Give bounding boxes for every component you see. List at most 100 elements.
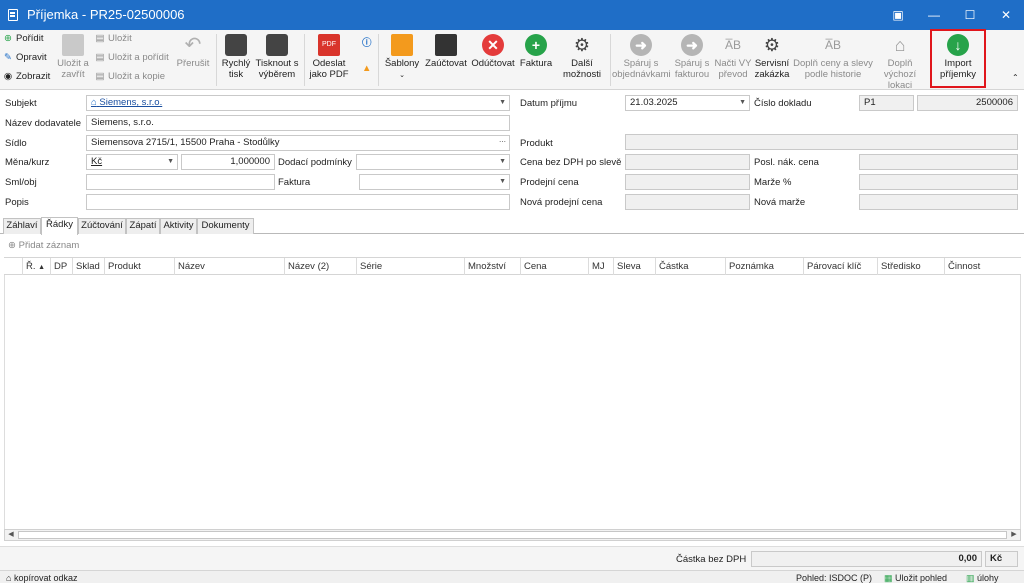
restore-icon[interactable]: ▣ [880, 0, 916, 30]
column-row[interactable]: Ř. ▲ [22, 258, 50, 275]
tab-accounting[interactable]: Zúčtování [78, 218, 126, 234]
scrollbar-thumb[interactable] [18, 531, 1007, 539]
maximize-button[interactable]: ☐ [952, 0, 988, 30]
copy-link-label: kopírovat odkaz [13, 573, 78, 583]
subject-select[interactable]: ⌂ Siemens, s.r.o. ▼ [86, 95, 510, 111]
ellipsis-icon[interactable]: ⋯ [499, 136, 506, 150]
tab-rows[interactable]: Řádky [41, 217, 78, 235]
send-pdf-button[interactable]: PDF Odeslat jako PDF [308, 34, 350, 80]
doc-number-label: Číslo dokladu [754, 98, 812, 109]
quick-print-label: Rychlý tisk [221, 58, 251, 80]
contract-field[interactable] [86, 174, 275, 190]
last-purchase-field [859, 154, 1018, 170]
save-close-button[interactable]: Uložit a zavřít [56, 34, 90, 80]
horizontal-scrollbar[interactable]: ◀ ▶ [4, 529, 1021, 541]
view-name[interactable]: Pohled: ISDOC (P) [796, 573, 872, 583]
delivery-terms-select[interactable]: ▼ [356, 154, 510, 170]
tab-documents[interactable]: Dokumenty [197, 218, 254, 234]
chevron-down-icon: ▼ [499, 99, 506, 106]
column-pair-key[interactable]: Párovací klíč [803, 258, 877, 275]
add-button[interactable]: ⊕ Pořídit [3, 33, 43, 45]
column-amount[interactable]: Částka [655, 258, 725, 275]
amount-excl-vat-value: 0,00 [751, 551, 982, 567]
price-after-discount-field [625, 154, 750, 170]
unpost-button[interactable]: ✕ Odúčtovat [471, 34, 515, 69]
home-icon: ⌂ [91, 97, 97, 108]
post-button[interactable]: Zaúčtovat [424, 34, 468, 69]
save-button[interactable]: ▤ Uložit [95, 33, 132, 45]
collapse-ribbon-icon[interactable]: ⌃ [1012, 72, 1019, 84]
load-transfer-label: Načti VY převod [714, 58, 752, 80]
warning-icon[interactable]: ▲ [362, 63, 371, 75]
plus-icon: ⊕ [8, 240, 16, 251]
column-name2[interactable]: Název (2) [284, 258, 356, 275]
copy-link-button[interactable]: ⌂ kopírovat odkaz [6, 573, 78, 583]
add-record-button[interactable]: ⊕ Přidat záznam [8, 240, 79, 251]
minimize-button[interactable]: — [916, 0, 952, 30]
column-discount[interactable]: Sleva [613, 258, 655, 275]
supplier-name-field[interactable]: Siemens, s.r.o. [86, 115, 510, 131]
templates-button[interactable]: Šablony ⌄ [382, 34, 422, 81]
more-options-label: Další možnosti [562, 58, 601, 80]
items-grid-body[interactable] [4, 275, 1021, 529]
column-unit[interactable]: MJ [588, 258, 613, 275]
view-button[interactable]: ◉ Zobrazit [3, 71, 50, 83]
description-field[interactable] [86, 194, 510, 210]
scroll-right-icon[interactable]: ▶ [1008, 530, 1020, 540]
edit-button[interactable]: ✎ Opravit [3, 52, 47, 64]
pair-orders-label: Spáruj s objednávkami [612, 58, 671, 80]
invoice-select[interactable]: ▼ [359, 174, 510, 190]
fill-prices-button[interactable]: A̅B Doplň ceny a slevy podle historie [793, 34, 873, 80]
tasks-button[interactable]: ▥ úlohy [966, 573, 999, 583]
printer-settings-icon [266, 34, 288, 56]
fill-location-label: Doplň výchozí lokaci [883, 58, 917, 91]
window-title: Příjemka - PR25-02500006 [27, 7, 185, 22]
save-add-button[interactable]: ▤ Uložit a pořídit [95, 52, 169, 64]
close-button[interactable]: ✕ [988, 0, 1024, 30]
column-note[interactable]: Poznámka [725, 258, 803, 275]
new-sale-price-label: Nová prodejní cena [520, 197, 603, 208]
link-icon: ⌂ [6, 573, 12, 583]
more-options-button[interactable]: ⚙ Další možnosti [556, 34, 608, 80]
invoice-button[interactable]: + Faktura [517, 34, 555, 69]
doc-number-field[interactable]: 2500006 [917, 95, 1018, 111]
tab-header[interactable]: Záhlaví [3, 218, 41, 234]
column-center[interactable]: Středisko [877, 258, 944, 275]
save-add-label: Uložit a pořídit [108, 52, 169, 63]
pair-orders-button[interactable]: ➜ Spáruj s objednávkami [612, 34, 671, 80]
currency-select[interactable]: Kč ▼ [86, 154, 178, 170]
chevron-down-icon: ⌄ [399, 72, 405, 79]
column-dp[interactable]: DP [50, 258, 72, 275]
doc-series-field[interactable]: P1 [859, 95, 914, 111]
scroll-left-icon[interactable]: ◀ [5, 530, 17, 540]
interrupt-button[interactable]: ↶ Přerušit [174, 34, 212, 69]
receipt-date-field[interactable]: 21.03.2025 ▼ [625, 95, 750, 111]
chevron-down-icon: ▼ [739, 99, 746, 106]
tasks-label: úlohy [977, 573, 999, 583]
fill-location-button[interactable]: ⌂ Doplň výchozí lokaci [875, 34, 925, 91]
print-select-button[interactable]: Tisknout s výběrem [254, 34, 300, 80]
contract-label: Sml/obj [5, 177, 37, 188]
quick-print-button[interactable]: Rychlý tisk [219, 34, 253, 80]
column-activity[interactable]: Činnost [944, 258, 1020, 275]
column-product[interactable]: Produkt [104, 258, 174, 275]
info-icon[interactable]: ⓘ [362, 38, 372, 50]
tab-activities[interactable]: Aktivity [160, 218, 197, 234]
column-name[interactable]: Název [174, 258, 284, 275]
new-margin-field [859, 194, 1018, 210]
column-price[interactable]: Cena [520, 258, 588, 275]
address-field[interactable]: Siemensova 2715/1, 15500 Praha - Stodůlk… [86, 135, 510, 151]
column-warehouse[interactable]: Sklad [72, 258, 104, 275]
save-view-button[interactable]: ▦ Uložit pohled [884, 573, 947, 583]
column-series[interactable]: Série [356, 258, 464, 275]
save-copy-button[interactable]: ▤ Uložit a kopie [95, 71, 166, 83]
rate-field[interactable]: 1,000000 [181, 154, 275, 170]
description-label: Popis [5, 197, 29, 208]
column-quantity[interactable]: Množství [464, 258, 520, 275]
pair-invoice-button[interactable]: ➜ Spáruj s fakturou [672, 34, 712, 80]
invoice-label: Faktura [519, 58, 553, 69]
service-order-button[interactable]: ⚙ Servisní zakázka [753, 34, 791, 80]
tab-footer[interactable]: Zápatí [126, 218, 160, 234]
invoice-label: Faktura [278, 177, 311, 188]
load-transfer-button[interactable]: A̅B Načti VY převod [714, 34, 752, 80]
